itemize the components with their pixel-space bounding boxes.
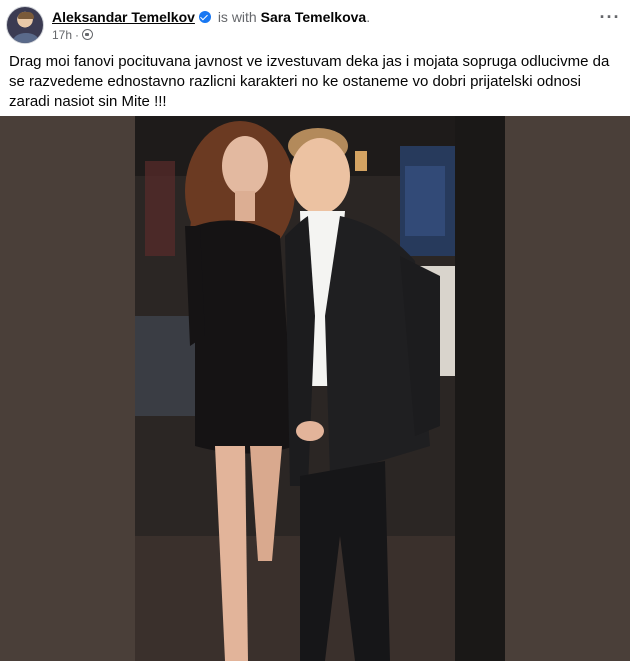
post-meta: 17h · — [52, 27, 94, 43]
author-avatar[interactable] — [6, 6, 44, 44]
facebook-post: Aleksandar Temelkov is with Sara Temelko… — [0, 0, 630, 661]
post-text: Drag moi fanovi pocituvana javnost ve iz… — [9, 53, 610, 110]
author-line: Aleksandar Temelkov is with Sara Temelko… — [52, 8, 370, 26]
couple-photo-illustration — [0, 116, 630, 661]
tagged-user-link[interactable]: Sara Temelkova — [261, 9, 367, 25]
period-text: . — [366, 9, 371, 25]
post-timestamp-link[interactable]: 17h — [52, 28, 72, 42]
post-photo[interactable] — [0, 116, 630, 661]
verified-badge-icon — [198, 11, 211, 23]
globe-icon[interactable] — [82, 29, 94, 40]
more-options-icon[interactable]: ··· — [596, 8, 624, 31]
post-header: Aleksandar Temelkov is with Sara Temelko… — [6, 5, 624, 45]
is-with-text: is with — [217, 9, 257, 25]
author-name-link[interactable]: Aleksandar Temelkov — [52, 9, 195, 25]
separator-dot: · — [75, 28, 80, 42]
